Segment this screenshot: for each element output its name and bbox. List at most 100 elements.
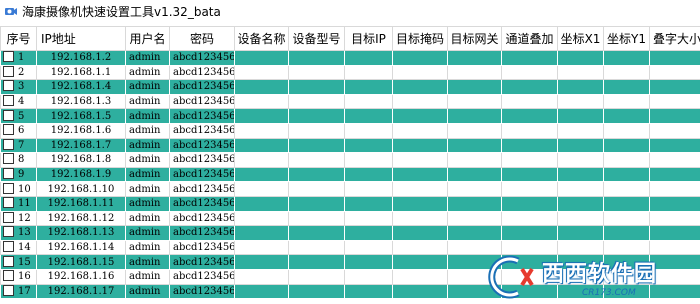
empty-cell[interactable] [557,93,604,110]
empty-cell[interactable] [501,152,558,168]
password-cell[interactable]: abcd123456 [169,64,235,81]
empty-cell[interactable] [344,268,393,285]
column-header[interactable]: 坐标Y1 [603,26,650,51]
empty-cell[interactable] [447,210,502,227]
empty-cell[interactable] [603,152,650,168]
empty-cell[interactable] [557,79,604,95]
empty-cell[interactable] [447,195,502,212]
empty-cell[interactable] [392,166,448,183]
column-header[interactable]: 序号 [0,26,37,51]
empty-cell[interactable] [603,108,650,124]
table-row[interactable]: 5 192.168.1.5 admin abcd123456 [0,108,700,124]
ip-cell[interactable]: 192.168.1.1 [36,64,126,81]
row-index-cell[interactable]: 17 [0,283,37,300]
empty-cell[interactable] [344,239,393,256]
ip-cell[interactable]: 192.168.1.2 [36,50,126,66]
ip-cell[interactable]: 192.168.1.9 [36,166,126,183]
empty-cell[interactable] [234,225,289,241]
empty-cell[interactable] [344,166,393,183]
empty-cell[interactable] [234,93,289,110]
empty-cell[interactable] [392,64,448,81]
empty-cell[interactable] [234,152,289,168]
empty-cell[interactable] [557,225,604,241]
empty-cell[interactable] [603,195,650,212]
username-cell[interactable]: admin [125,137,170,154]
checkbox-icon[interactable] [3,95,14,107]
empty-cell[interactable] [649,108,700,124]
empty-cell[interactable] [501,239,558,256]
empty-cell[interactable] [501,225,558,241]
empty-cell[interactable] [603,225,650,241]
table-row[interactable]: 10 192.168.1.10 admin abcd123456 [0,181,700,197]
empty-cell[interactable] [557,50,604,66]
empty-cell[interactable] [447,225,502,241]
row-index-cell[interactable]: 14 [0,239,37,256]
empty-cell[interactable] [344,152,393,168]
empty-cell[interactable] [288,152,345,168]
column-header[interactable]: 坐标X1 [557,26,604,51]
empty-cell[interactable] [234,122,289,139]
checkbox-icon[interactable] [3,197,14,209]
empty-cell[interactable] [649,64,700,81]
empty-cell[interactable] [234,268,289,285]
empty-cell[interactable] [603,166,650,183]
username-cell[interactable]: admin [125,225,170,241]
empty-cell[interactable] [344,137,393,154]
empty-cell[interactable] [392,283,448,300]
empty-cell[interactable] [603,137,650,154]
column-header[interactable]: 通道叠加 [501,26,558,51]
empty-cell[interactable] [288,254,345,270]
checkbox-icon[interactable] [3,270,14,282]
table-row[interactable]: 12 192.168.1.12 admin abcd123456 [0,210,700,227]
empty-cell[interactable] [447,93,502,110]
empty-cell[interactable] [501,181,558,197]
ip-cell[interactable]: 192.168.1.16 [36,268,126,285]
empty-cell[interactable] [234,64,289,81]
empty-cell[interactable] [288,64,345,81]
empty-cell[interactable] [288,137,345,154]
empty-cell[interactable] [501,108,558,124]
empty-cell[interactable] [344,64,393,81]
row-index-cell[interactable]: 11 [0,195,37,212]
empty-cell[interactable] [234,195,289,212]
empty-cell[interactable] [649,225,700,241]
checkbox-icon[interactable] [3,182,14,194]
ip-cell[interactable]: 192.168.1.17 [36,283,126,300]
empty-cell[interactable] [649,93,700,110]
empty-cell[interactable] [603,79,650,95]
password-cell[interactable]: abcd123456 [169,210,235,227]
ip-cell[interactable]: 192.168.1.7 [36,137,126,154]
empty-cell[interactable] [603,210,650,227]
username-cell[interactable]: admin [125,50,170,66]
empty-cell[interactable] [501,64,558,81]
password-cell[interactable]: abcd123456 [169,50,235,66]
username-cell[interactable]: admin [125,108,170,124]
ip-cell[interactable]: 192.168.1.11 [36,195,126,212]
empty-cell[interactable] [344,210,393,227]
empty-cell[interactable] [649,195,700,212]
empty-cell[interactable] [447,108,502,124]
empty-cell[interactable] [288,181,345,197]
empty-cell[interactable] [392,152,448,168]
empty-cell[interactable] [234,50,289,66]
empty-cell[interactable] [344,283,393,300]
checkbox-icon[interactable] [3,139,14,150]
empty-cell[interactable] [557,166,604,183]
row-index-cell[interactable]: 12 [0,210,37,227]
empty-cell[interactable] [447,79,502,95]
empty-cell[interactable] [649,181,700,197]
row-index-cell[interactable]: 10 [0,181,37,197]
ip-cell[interactable]: 192.168.1.5 [36,108,126,124]
password-cell[interactable]: abcd123456 [169,108,235,124]
empty-cell[interactable] [392,137,448,154]
empty-cell[interactable] [234,239,289,256]
column-header[interactable]: IP地址 [36,26,126,51]
empty-cell[interactable] [288,283,345,300]
empty-cell[interactable] [603,64,650,81]
table-row[interactable]: 9 192.168.1.9 admin abcd123456 [0,166,700,183]
empty-cell[interactable] [557,239,604,256]
empty-cell[interactable] [392,239,448,256]
checkbox-icon[interactable] [3,212,14,223]
empty-cell[interactable] [447,122,502,139]
empty-cell[interactable] [392,195,448,212]
